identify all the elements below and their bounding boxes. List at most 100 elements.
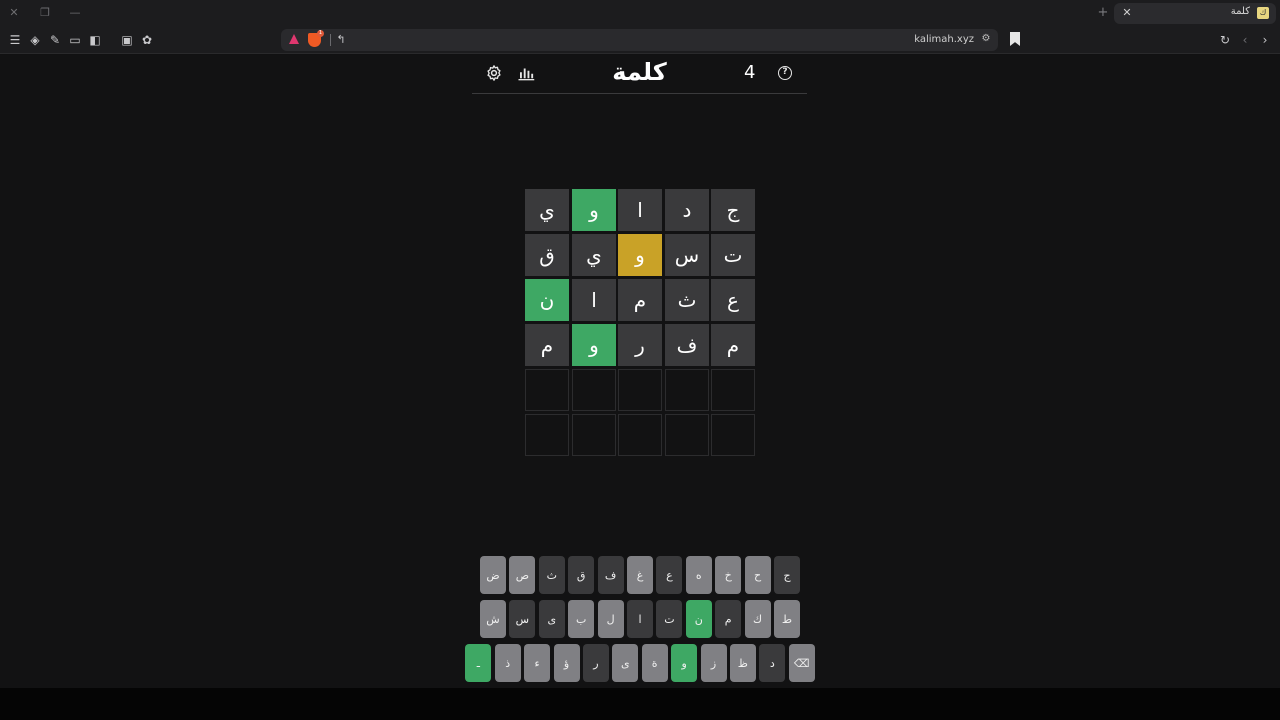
board-cell: ث: [665, 279, 709, 321]
board-cell-empty: [711, 369, 755, 411]
key[interactable]: ء: [524, 644, 551, 682]
board-cell: ر: [618, 324, 662, 366]
key[interactable]: ه: [685, 556, 712, 594]
key[interactable]: ا: [627, 600, 653, 638]
address-bar[interactable]: 1 ↰ kalimah.xyz ⚙: [281, 29, 998, 51]
key[interactable]: ز: [700, 644, 727, 682]
board-cell: ف: [665, 324, 709, 366]
key[interactable]: ع: [656, 556, 683, 594]
key[interactable]: ى: [612, 644, 639, 682]
reload-icon[interactable]: ↻: [1217, 32, 1233, 48]
pin-icon[interactable]: ✎: [47, 32, 63, 48]
tab-title: كلمة: [1230, 6, 1250, 17]
board-cell-empty: [572, 369, 616, 411]
restore-window-icon[interactable]: ❐: [37, 5, 53, 21]
enter-key[interactable]: ـ: [465, 644, 492, 682]
board-cell-empty: [665, 369, 709, 411]
key[interactable]: ر: [582, 644, 609, 682]
close-window-icon[interactable]: ✕: [6, 5, 22, 21]
page-title: كلمة: [612, 58, 667, 86]
menu-icon[interactable]: ☰: [7, 32, 23, 48]
on-screen-keyboard: ج ح خ ه ع غ ف ق ث ص ض ط ك م ن ت ا ل ب ى س ش ⌫ د ظ ز و ة ى ر ؤ ء ذ ـ: [465, 556, 815, 684]
bottom-bar: [0, 688, 1280, 720]
key[interactable]: ة: [641, 644, 668, 682]
key[interactable]: ن: [685, 600, 712, 638]
board-cell: م: [525, 324, 569, 366]
new-tab-button[interactable]: +: [1096, 5, 1110, 21]
key[interactable]: ظ: [729, 644, 756, 682]
key[interactable]: ج: [774, 556, 800, 594]
board-cell: ج: [711, 189, 755, 231]
board-cell-empty: [572, 414, 616, 456]
minimize-window-icon[interactable]: —: [67, 5, 83, 21]
backspace-key[interactable]: ⌫: [788, 644, 815, 682]
board-cell: ق: [525, 234, 569, 276]
board-cell-empty: [618, 369, 662, 411]
key[interactable]: و: [671, 644, 698, 682]
help-icon[interactable]: ?: [778, 66, 792, 80]
game-header: كلمة 4 ?: [472, 55, 807, 94]
share-icon[interactable]: ↰: [334, 32, 348, 48]
board-cell: ي: [525, 189, 569, 231]
url-text[interactable]: kalimah.xyz: [914, 34, 974, 45]
key[interactable]: م: [715, 600, 742, 638]
key[interactable]: ق: [568, 556, 595, 594]
url-divider: [330, 34, 331, 46]
tab-favicon-icon: ك: [1257, 7, 1269, 19]
key[interactable]: ب: [568, 600, 595, 638]
board-cell-empty: [618, 414, 662, 456]
sidebar-icon[interactable]: ◧: [87, 32, 103, 48]
key[interactable]: ط: [774, 600, 800, 638]
game-page: كلمة 4 ? جداويتسويقعثمانمفروم جحخهعغفقثص…: [0, 55, 1280, 688]
board-cell: ا: [618, 189, 662, 231]
board-cell: د: [665, 189, 709, 231]
board-cell: و: [618, 234, 662, 276]
key[interactable]: ف: [597, 556, 624, 594]
key[interactable]: ذ: [494, 644, 521, 682]
key[interactable]: ؤ: [553, 644, 580, 682]
key[interactable]: ت: [656, 600, 683, 638]
board-cell: ع: [711, 279, 755, 321]
key[interactable]: ض: [480, 556, 506, 594]
board-cell: س: [665, 234, 709, 276]
key[interactable]: س: [509, 600, 536, 638]
key[interactable]: ص: [509, 556, 536, 594]
board-cell: ن: [525, 279, 569, 321]
brave-rewards-icon[interactable]: [289, 34, 299, 44]
guess-board: جداويتسويقعثمانمفروم: [525, 189, 756, 457]
extensions-icon[interactable]: ✿: [139, 32, 155, 48]
site-settings-icon[interactable]: ⚙: [980, 33, 992, 47]
key[interactable]: خ: [715, 556, 742, 594]
board-cell-empty: [711, 414, 755, 456]
board-cell: و: [572, 189, 616, 231]
key[interactable]: غ: [627, 556, 653, 594]
forward-icon[interactable]: ›: [1257, 32, 1273, 48]
shield-count-badge: 1: [317, 30, 324, 37]
board-cell: ا: [572, 279, 616, 321]
tabs-icon[interactable]: ▭: [67, 32, 83, 48]
bookmark-icon[interactable]: [1010, 32, 1020, 46]
key[interactable]: ث: [538, 556, 565, 594]
back-icon[interactable]: ‹: [1237, 32, 1253, 48]
tab-close-icon[interactable]: ✕: [1120, 5, 1134, 21]
board-cell: ت: [711, 234, 755, 276]
board-cell: م: [618, 279, 662, 321]
tab-kalimah[interactable]: ✕ كلمة ك: [1114, 3, 1276, 24]
key[interactable]: د: [759, 644, 786, 682]
board-cell-empty: [525, 369, 569, 411]
board-cell: ي: [572, 234, 616, 276]
key[interactable]: ح: [744, 556, 771, 594]
board-cell-empty: [525, 414, 569, 456]
key[interactable]: ل: [597, 600, 624, 638]
puzzle-number: 4: [744, 62, 756, 83]
tab-strip: ✕ ❐ — + ✕ كلمة ك: [0, 0, 1280, 26]
board-cell-empty: [665, 414, 709, 456]
shield-icon[interactable]: ◈: [27, 32, 43, 48]
screenshot-icon[interactable]: ▣: [119, 32, 135, 48]
browser-toolbar: ☰ ◈ ✎ ▭ ◧ ▣ ✿ 1 ↰ kalimah.xyz ⚙ ↻ ‹ ›: [0, 26, 1280, 54]
key[interactable]: ى: [538, 600, 565, 638]
key[interactable]: ك: [744, 600, 771, 638]
board-cell: و: [572, 324, 616, 366]
key[interactable]: ش: [480, 600, 506, 638]
board-cell: م: [711, 324, 755, 366]
